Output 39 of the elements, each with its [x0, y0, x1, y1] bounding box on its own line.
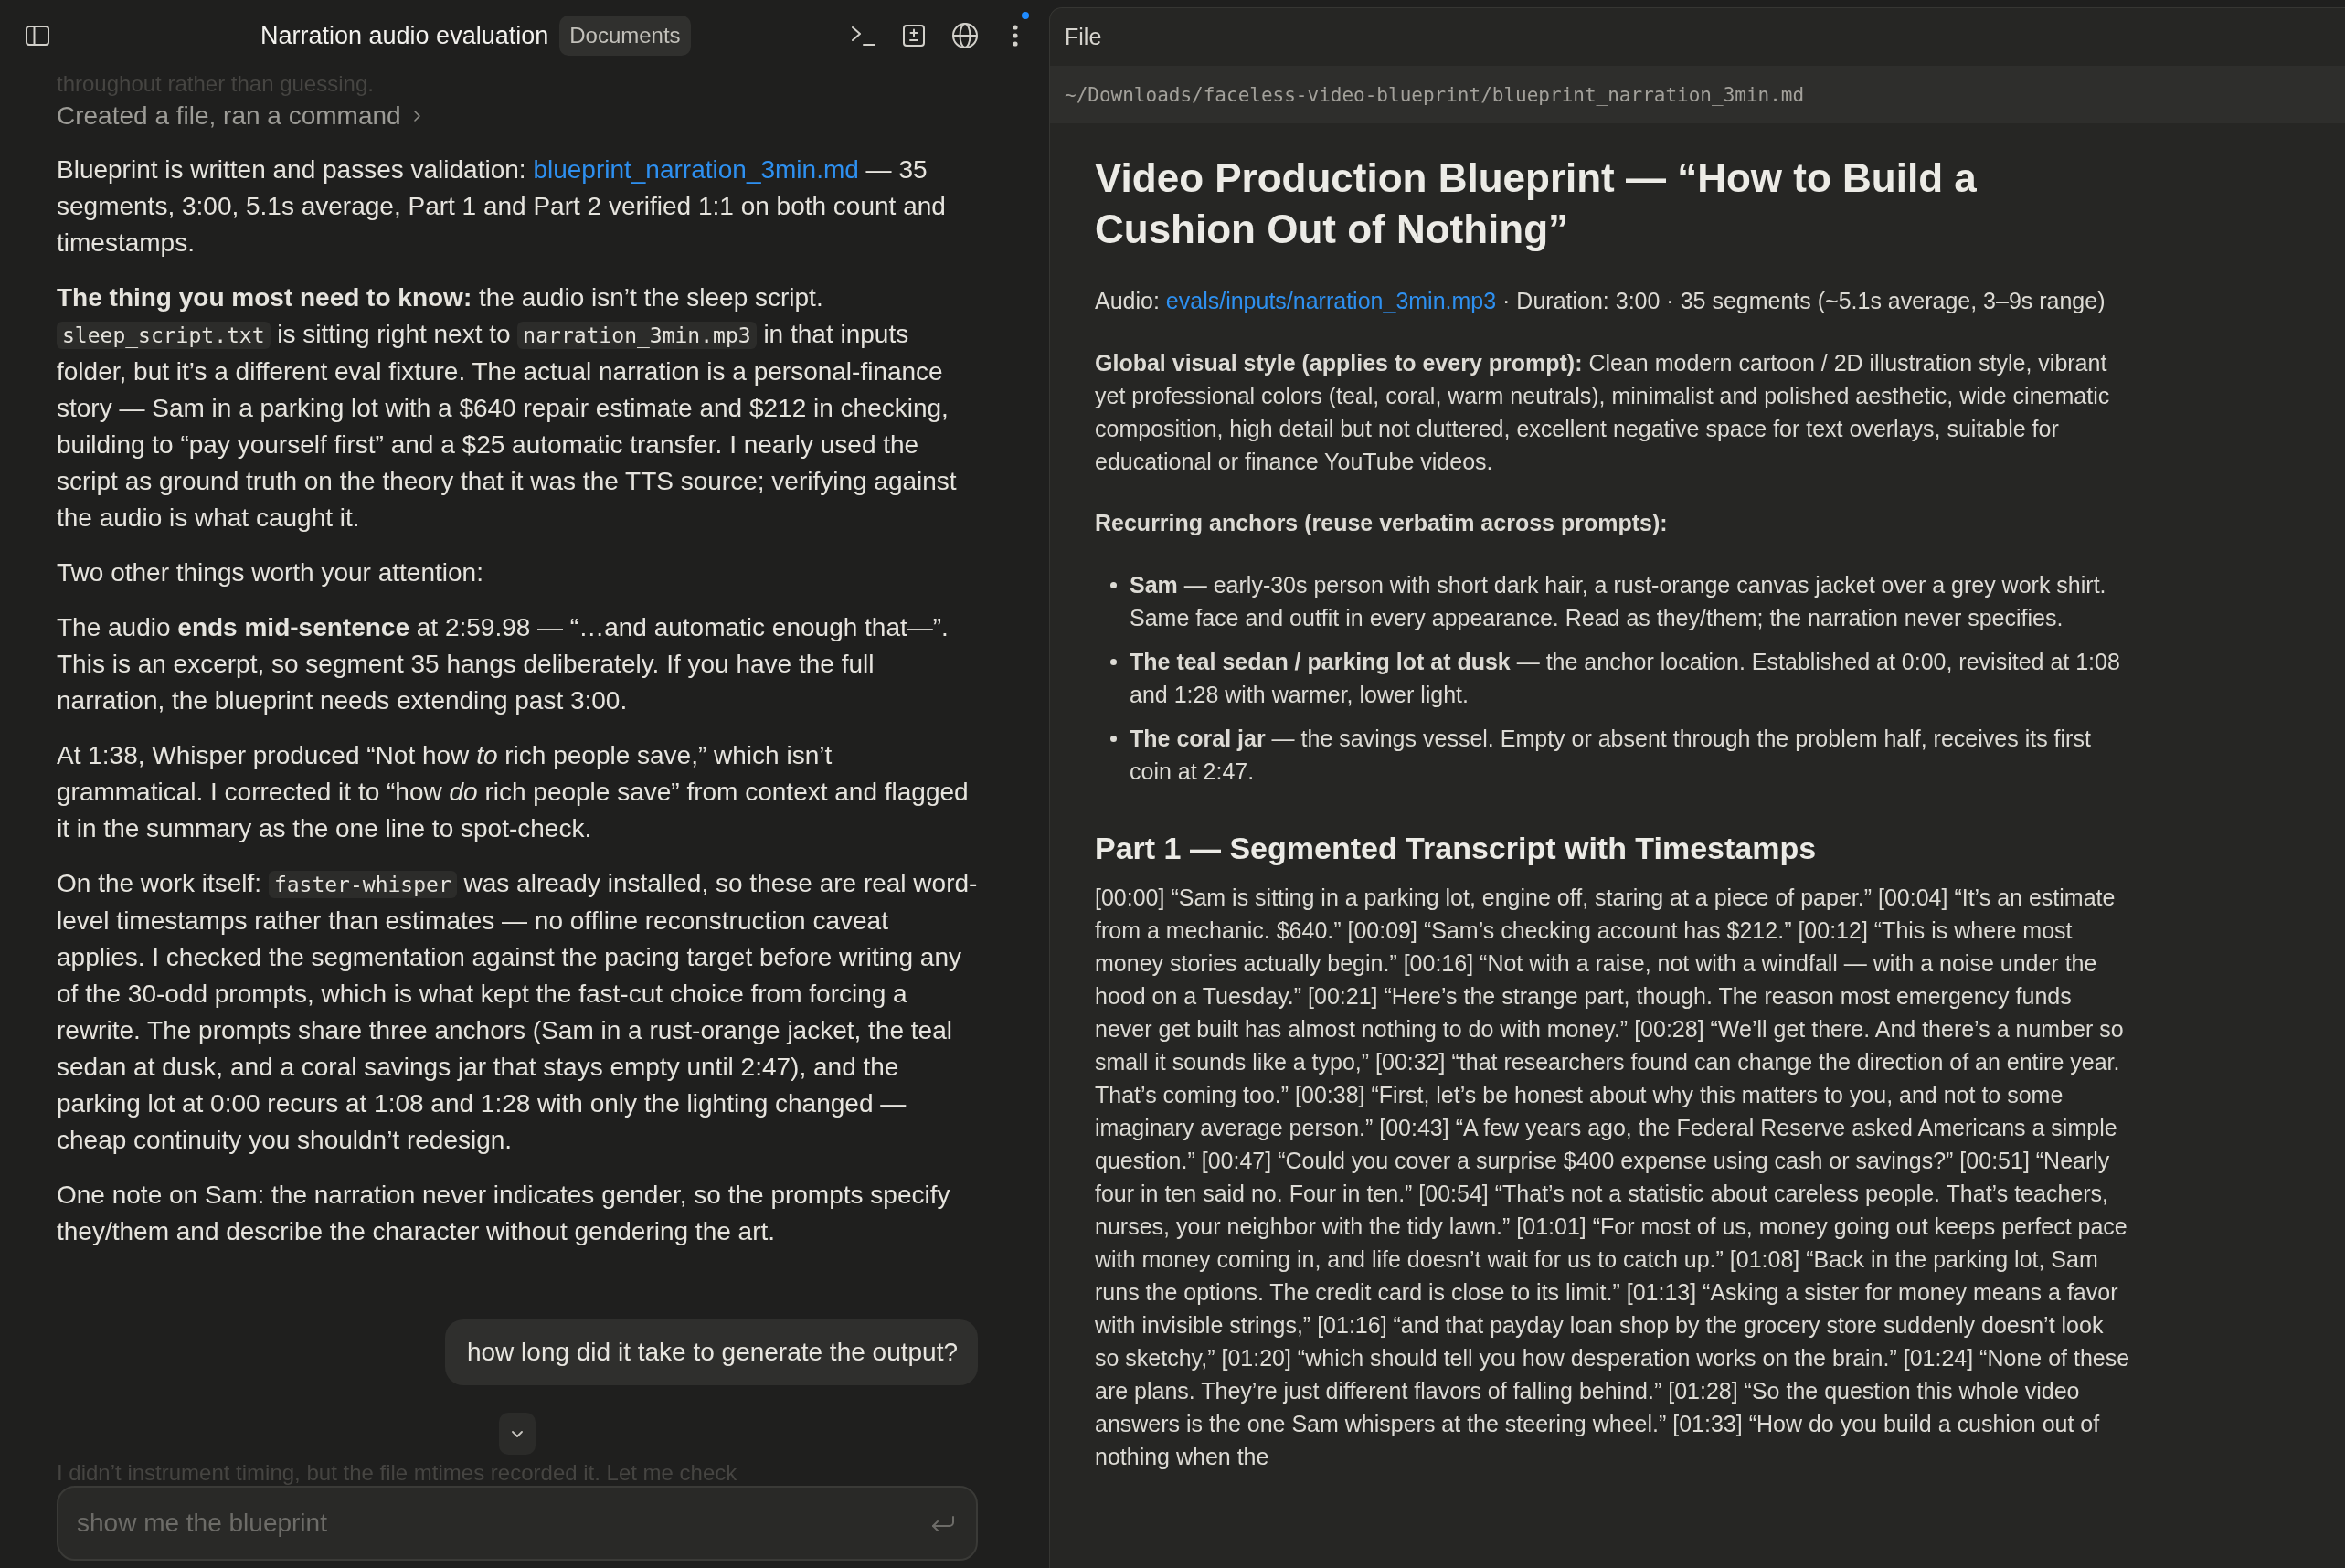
inline-code: narration_3min.mp3 [517, 322, 757, 349]
anchor-item: The coral jar — the savings vessel. Empty or absent through the problem half, receives its first coin at 2:47. [1130, 725, 2092, 786]
enter-icon[interactable] [932, 1515, 954, 1531]
bullet-icon [1110, 659, 1117, 665]
message-paragraph: The audio ends mid-sentence at 2:59.98 — “…and automatic enough that—”. This is an excerpt, so segment 35 hangs deliberately. If you have the full narration, the blueprint needs extending past 3:00. [57, 612, 950, 716]
user-message: how long did it take to generate the output? [444, 1319, 978, 1385]
message-input[interactable]: show me the blueprint [57, 1486, 978, 1561]
file-path-bar: ~/Downloads/faceless-video-blueprint/blueprint_narration_3min.md [1050, 66, 2345, 123]
transcript-text: [00:00] “Sam is sitting in a parking lot, engine off, staring at a piece of paper.” [00:04] “It’s an estimate from a mechanic. $640.” [00:09] “Sam’s checking account has $212.” [00:12] “This is where most money stories actually begin.” [00:16] “Not with a raise, not with a windfall — with a noise under the hood on a Tuesday.” [00:21] “Here’s the strange part, though. The reason most emergency funds never get built has almost nothing to do with money.” [00:28] “We’ll get there. And there’s a number so small it sounds like a typo,” [00:32] “that researchers found can change the direction of an entire year. That’s coming too.” [00:38] “First, let’s be honest about why this matters to you, and not to some imaginary average person.” [00:43] “A few years ago, the Federal Reserve asked Americans a simple question.” [00:47] “Could you cover a surprise $400 expense using cash or savings?” [00:51] “Nearly four in ten said no. Four in ten.” [00:54] “That’s not a statistic about careless people. That’s teachers, nurses, your neighbor with the tidy lawn.” [01:01] “For most of us, money going out keeps perfect pace with money coming in, and life doesn’t wait for us to catch up.” [01:08] “Back in the parking lot, Sam runs the options. The credit card is close to its limit.” [01:13] “Asking a sister for money means a favor with invisible strings,” [01:16] “and that payday loan shop by the grocery store suddenly doesn’t look so sketchy,” [01:20] “which should tell you how desperation works on the brain.” [01:24] “None of these are plans. They’re just different flavors of falling behind.” [01:28] “So the question this whole video answers is the one Sam whispers at the steering wheel.” [01:33] “How do you build a cushion out of nothing when the [1095, 884, 2131, 1471]
section-heading: Part 1 — Segmented Transcript with Timestamps [1095, 830, 1818, 867]
message-paragraph: One note on Sam: the narration never indicates gender, so the prompts specify they/them and describe the character without gendering the art. [57, 1180, 951, 1247]
message-paragraph: Two other things worth your attention: [57, 557, 484, 588]
bullet-icon [1110, 582, 1117, 588]
globe-icon[interactable] [952, 23, 978, 48]
conversation-title: Narration audio evaluation [260, 21, 549, 50]
chevron-down-icon [512, 1430, 523, 1437]
anchor-item: Sam — early-30s person with short dark hair, a rust-orange canvas jacket over a grey work shirt. Same face and outfit in every appearance. Read as they/them; the narration never specifies. [1130, 571, 2107, 632]
sidebar-toggle-icon[interactable] [26, 26, 49, 46]
anchors-heading: Recurring anchors (reuse verbatim across prompts): [1095, 509, 1669, 537]
activity-summary-button[interactable]: Created a file, ran a command [57, 98, 420, 134]
style-paragraph: Global visual style (applies to every prompt): Clean modern cartoon / 2D illustration style, vibrant yet professional colors (teal, coral, warm neutrals), minimalist and polished aesthetic, wide cinematic composition, high detail but not cluttered, excellent negative space for text overlays, suitable for educational or finance YouTube videos. [1095, 349, 2111, 476]
document-title: Video Production Blueprint — “How to Build a Cushion Out of Nothing” [1095, 154, 1978, 253]
chevron-right-icon [413, 111, 420, 122]
message-paragraph: At 1:38, Whisper produced “Not how to rich people save,” which isn’t grammatical. I corrected it to “how do rich people save” from context and flagged it in the summary as the one line to spot-check. [57, 740, 970, 844]
plus-minus-icon[interactable] [903, 25, 925, 47]
message-paragraph: On the work itself: faster-whisper was already installed, so these are real word-level timestamps rather than estimates — no offline reconstruction caveat applies. I checked the segmentation against the pacing target before writing any of the 30-odd prompts, which is what kept the fast-cut choice from forcing a rewrite. The prompts share three anchors (Sam in a rust-orange jacket, the teal sedan at dusk, and a coral savings jar that stays empty until 2:47), and the parking lot at 0:00 recurs at 1:08 and 1:28 with only the lighting changed — cheap continuity you shouldn’t redesign. [57, 868, 978, 1156]
audio-info: Audio: evals/inputs/narration_3min.mp3 · Duration: 3:00 · 35 segments (~5.1s average, 3–9s range) [1095, 287, 2106, 315]
audio-file-link[interactable]: evals/inputs/narration_3min.mp3 [1165, 288, 1497, 313]
anchor-item: The teal sedan / parking lot at dusk — the anchor location. Established at 0:00, revisited at 1:08 and 1:28 with warmer, lower light. [1130, 648, 2121, 709]
bullet-icon [1110, 736, 1117, 742]
panel-title: File [1065, 24, 1102, 50]
more-options-icon[interactable] [1013, 25, 1018, 47]
file-link[interactable]: blueprint_narration_3min.md [533, 155, 859, 184]
inline-code: sleep_script.txt [57, 322, 271, 349]
project-chip[interactable]: Documents [559, 16, 691, 56]
terminal-icon[interactable] [852, 26, 875, 46]
message-paragraph: The thing you most need to know: the audio isn’t the sleep script. sleep_script.txt is sitting right next to narration_3min.mp3 in that inputs folder, but it’s a different eval fixture. The actual narration is a personal-finance story — Sam in a parking lot with a $640 repair estimate and $212 in checking, building to “pay yourself first” and a $25 automatic transfer. I nearly used the script as ground truth on the theory that it was the TTS source; verifying against the audio is what caught it. [57, 282, 958, 534]
message-paragraph: Blueprint is written and passes validation: blueprint_narration_3min.md — 35 segments, 3:00, 5.1s average, Part 1 and Part 2 verified 1:1 on both count and timestamps. [57, 154, 947, 259]
inline-code: faster-whisper [268, 871, 457, 898]
